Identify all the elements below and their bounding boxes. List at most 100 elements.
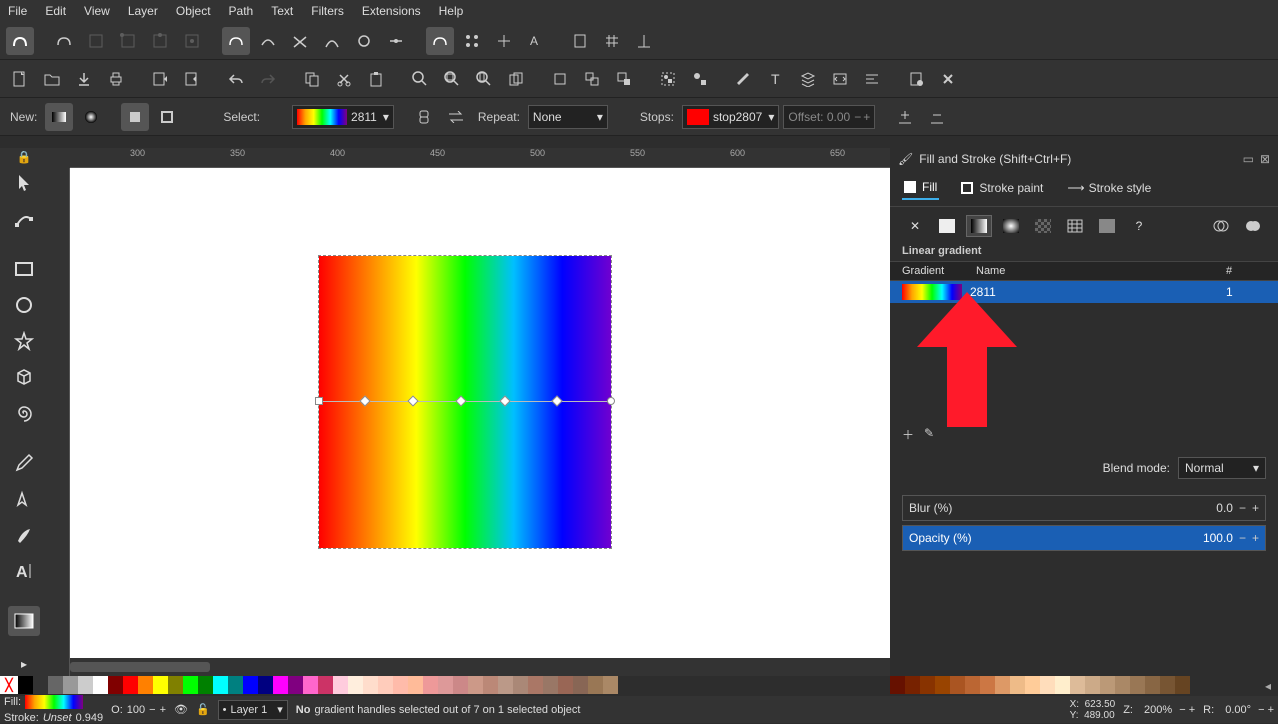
new-radial-gradient-button[interactable]	[77, 103, 105, 131]
color-swatch[interactable]	[408, 676, 423, 694]
color-swatch[interactable]	[363, 676, 378, 694]
blend-mode-combo[interactable]: Normal ▾	[1178, 457, 1266, 479]
zoom-page-button[interactable]	[470, 65, 498, 93]
color-swatch[interactable]	[1100, 676, 1115, 694]
color-swatch[interactable]	[123, 676, 138, 694]
pen-tool[interactable]	[8, 484, 40, 514]
gradient-on-fill-button[interactable]	[121, 103, 149, 131]
preferences-button[interactable]	[934, 65, 962, 93]
rotation-control[interactable]: R: 0.00° − +	[1203, 704, 1274, 716]
export-button[interactable]	[178, 65, 206, 93]
color-swatch[interactable]	[1175, 676, 1190, 694]
gradient-stop[interactable]	[607, 397, 615, 405]
menu-view[interactable]: View	[84, 4, 110, 18]
snap-path[interactable]	[254, 27, 282, 55]
delete-stop-button[interactable]	[923, 103, 951, 131]
save-button[interactable]	[70, 65, 98, 93]
snap-bbox-center[interactable]	[178, 27, 206, 55]
color-swatch[interactable]	[468, 676, 483, 694]
zoom-control[interactable]: Z: 200% − +	[1123, 704, 1195, 716]
fill-stroke-button[interactable]	[730, 65, 758, 93]
color-swatch[interactable]	[153, 676, 168, 694]
linear-gradient-button[interactable]	[966, 215, 992, 237]
color-swatch[interactable]	[483, 676, 498, 694]
color-swatch[interactable]	[603, 676, 618, 694]
select-original-button[interactable]	[610, 65, 638, 93]
node-tool[interactable]	[8, 204, 40, 234]
gradient-on-stroke-button[interactable]	[153, 103, 181, 131]
color-swatch[interactable]	[303, 676, 318, 694]
import-button[interactable]	[146, 65, 174, 93]
reverse-gradient-button[interactable]	[442, 103, 470, 131]
color-swatch[interactable]	[588, 676, 603, 694]
opacity-input[interactable]: Opacity (%) 100.0 −+	[902, 525, 1266, 551]
selector-tool[interactable]	[8, 168, 40, 198]
color-swatch[interactable]	[78, 676, 93, 694]
zoom-selection-button[interactable]	[406, 65, 434, 93]
color-swatch[interactable]	[543, 676, 558, 694]
offset-input[interactable]: Offset: 0.00 −+	[783, 105, 875, 129]
text-dialog-button[interactable]: T	[762, 65, 790, 93]
menu-extensions[interactable]: Extensions	[362, 4, 421, 18]
unknown-paint-button[interactable]: ?	[1126, 215, 1152, 237]
snap-toggle[interactable]	[6, 27, 34, 55]
swatch-button[interactable]	[1094, 215, 1120, 237]
add-stop-button[interactable]	[891, 103, 919, 131]
color-swatch[interactable]	[273, 676, 288, 694]
canvas[interactable]	[70, 168, 890, 658]
no-color-swatch[interactable]: ╳	[0, 676, 18, 694]
clone-button[interactable]	[546, 65, 574, 93]
pattern-button[interactable]	[1030, 215, 1056, 237]
zoom-drawing-button[interactable]	[438, 65, 466, 93]
snap-object-center[interactable]	[458, 27, 486, 55]
snap-text-baseline[interactable]: A	[522, 27, 550, 55]
ellipse-tool[interactable]	[8, 290, 40, 320]
tab-stroke-style[interactable]: ⟶ Stroke style	[1065, 176, 1153, 200]
color-swatch[interactable]	[198, 676, 213, 694]
nonzero-button[interactable]	[1240, 215, 1266, 237]
opacity-quick[interactable]: O: 100 −+	[111, 704, 166, 716]
color-swatch[interactable]	[1025, 676, 1040, 694]
doc-props-button[interactable]	[902, 65, 930, 93]
open-button[interactable]	[38, 65, 66, 93]
menu-filters[interactable]: Filters	[311, 4, 344, 18]
color-swatch[interactable]	[438, 676, 453, 694]
gradient-stop[interactable]	[315, 397, 323, 405]
color-swatch[interactable]	[48, 676, 63, 694]
stops-combo[interactable]: stop2807 ▾	[682, 105, 779, 129]
paste-button[interactable]	[362, 65, 390, 93]
stroke-indicator[interactable]: Unset	[43, 713, 72, 724]
snap-bbox[interactable]	[50, 27, 78, 55]
snap-bbox-midpoint[interactable]	[146, 27, 174, 55]
color-swatch[interactable]	[333, 676, 348, 694]
ruler-vertical[interactable]	[48, 168, 70, 676]
color-swatch[interactable]	[243, 676, 258, 694]
lock-toggle[interactable]: 🔓	[196, 703, 210, 716]
panel-minimize-icon[interactable]: ▭	[1243, 152, 1254, 166]
link-gradient-button[interactable]	[410, 103, 438, 131]
color-swatch[interactable]	[935, 676, 950, 694]
color-swatch[interactable]	[1070, 676, 1085, 694]
color-swatch[interactable]	[498, 676, 513, 694]
color-swatch[interactable]	[1115, 676, 1130, 694]
snap-rotation-center[interactable]	[490, 27, 518, 55]
evenodd-button[interactable]	[1208, 215, 1234, 237]
panel-close-icon[interactable]: ⊠	[1260, 152, 1270, 166]
undo-button[interactable]	[222, 65, 250, 93]
menu-file[interactable]: File	[8, 4, 27, 18]
color-swatch[interactable]	[573, 676, 588, 694]
color-swatch[interactable]	[183, 676, 198, 694]
color-swatch[interactable]	[905, 676, 920, 694]
spiral-tool[interactable]	[8, 398, 40, 428]
calligraphy-tool[interactable]	[8, 520, 40, 550]
color-swatch[interactable]	[63, 676, 78, 694]
ruler-horizontal[interactable]: 300 350 400 450 500 550 600 650	[70, 148, 890, 168]
no-paint-button[interactable]: ✕	[902, 215, 928, 237]
color-swatch[interactable]	[18, 676, 33, 694]
color-swatch[interactable]	[1010, 676, 1025, 694]
color-swatch[interactable]	[228, 676, 243, 694]
unlink-clone-button[interactable]	[578, 65, 606, 93]
color-swatch[interactable]	[138, 676, 153, 694]
align-button[interactable]	[858, 65, 886, 93]
color-swatch[interactable]	[920, 676, 935, 694]
